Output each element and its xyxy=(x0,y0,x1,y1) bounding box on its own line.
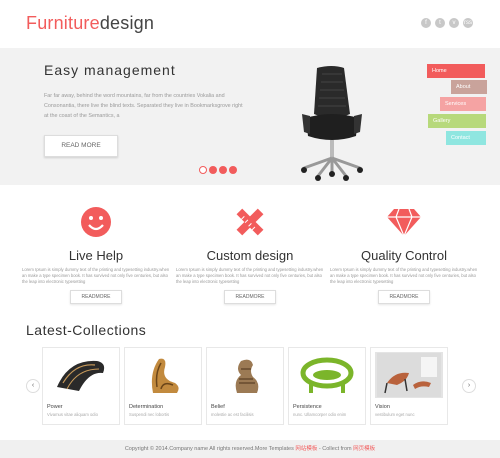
slider-dot[interactable] xyxy=(209,166,217,174)
hero-slider: Easy management Far far away, behind the… xyxy=(0,48,500,185)
nav-item-services[interactable]: Services xyxy=(440,97,486,111)
product-image xyxy=(293,352,361,398)
collection-card[interactable]: Determination Suspendi nec lobortis xyxy=(124,347,202,425)
product-name: Determination xyxy=(129,404,164,410)
collection-card[interactable]: Belief molestie ac est facilisis xyxy=(206,347,284,425)
footer-collect-text: - Collect from xyxy=(318,446,352,452)
feature-custom-design: Custom design Lorem Ipsum is simply dumm… xyxy=(171,186,329,304)
facebook-icon[interactable]: f xyxy=(421,18,431,28)
twitter-icon[interactable]: t xyxy=(435,18,445,28)
carousel-prev-button[interactable]: ‹ xyxy=(26,379,40,393)
hero-read-more-button[interactable]: READ MORE xyxy=(44,135,118,157)
collection-card[interactable]: Vision vestibulum eget nunc xyxy=(370,347,448,425)
product-desc: Suspendi nec lobortis xyxy=(129,412,170,417)
footer-link-templates[interactable]: 网站模板 xyxy=(295,446,317,452)
hero-text: Far far away, behind the word mountains,… xyxy=(44,93,243,119)
slider-dot[interactable] xyxy=(219,166,227,174)
pencil-ruler-icon xyxy=(171,202,329,242)
product-image xyxy=(47,352,115,398)
collection-card[interactable]: Persistence nunc. Ullamcorper odio enim xyxy=(288,347,366,425)
logo-part-design: design xyxy=(99,13,155,33)
product-desc: molestie ac est facilisis xyxy=(211,412,254,417)
product-image xyxy=(129,352,197,398)
feature-text: Lorem Ipsum is simply dummy text of the … xyxy=(330,267,478,284)
office-chair-image xyxy=(301,66,363,181)
collections-title: Latest-Collections xyxy=(26,322,147,338)
hero-title: Easy management xyxy=(44,62,176,78)
diamond-icon xyxy=(325,202,483,242)
feature-live-help: Live Help Lorem Ipsum is simply dummy te… xyxy=(17,186,175,304)
product-desc: vestibulum eget nunc xyxy=(375,412,415,417)
product-desc: nunc. Ullamcorper odio enim xyxy=(293,412,347,417)
product-image xyxy=(211,352,279,398)
nav-item-home[interactable]: Home xyxy=(427,64,485,78)
product-name: Belief xyxy=(211,404,225,410)
logo-part-furniture: Furniture xyxy=(26,13,100,33)
read-more-button[interactable]: READMORE xyxy=(224,290,276,304)
nav-item-about[interactable]: About xyxy=(451,80,487,94)
site-logo[interactable]: Furnituredesign xyxy=(26,13,154,34)
product-desc: Vivamus vitae aliquam odio xyxy=(47,412,98,417)
feature-title: Custom design xyxy=(206,248,294,263)
feature-quality-control: Quality Control Lorem Ipsum is simply du… xyxy=(325,186,483,304)
product-name: Vision xyxy=(375,404,390,410)
feature-text: Lorem Ipsum is simply dummy text of the … xyxy=(22,267,170,284)
social-links: f t v rss xyxy=(421,18,473,28)
collections-carousel: ‹ › Power Vivamus vitae aliquam odio Det… xyxy=(0,345,500,427)
rss-icon[interactable]: rss xyxy=(463,18,473,28)
read-more-button[interactable]: READMORE xyxy=(70,290,122,304)
product-name: Persistence xyxy=(293,404,322,410)
read-more-button[interactable]: READMORE xyxy=(378,290,430,304)
header: Furnituredesign f t v rss xyxy=(0,0,500,48)
slider-dots xyxy=(199,166,237,174)
feature-title: Quality Control xyxy=(361,248,447,263)
smiley-icon xyxy=(17,202,175,242)
footer-link-web-templates[interactable]: 网页模板 xyxy=(353,446,375,452)
copyright-text: Copyright © 2014.Company name All rights… xyxy=(124,446,294,452)
feature-title: Live Help xyxy=(68,248,124,263)
vimeo-icon[interactable]: v xyxy=(449,18,459,28)
product-name: Power xyxy=(47,404,63,410)
collection-card[interactable]: Power Vivamus vitae aliquam odio xyxy=(42,347,120,425)
product-image xyxy=(375,352,443,398)
footer: Copyright © 2014.Company name All rights… xyxy=(0,440,500,458)
slider-dot[interactable] xyxy=(229,166,237,174)
nav-item-contact[interactable]: Contact xyxy=(446,131,486,145)
slider-dot[interactable] xyxy=(199,166,207,174)
features-section: Live Help Lorem Ipsum is simply dummy te… xyxy=(0,186,500,314)
feature-text: Lorem Ipsum is simply dummy text of the … xyxy=(176,267,324,284)
nav-item-gallery[interactable]: Gallery xyxy=(428,114,486,128)
carousel-next-button[interactable]: › xyxy=(462,379,476,393)
